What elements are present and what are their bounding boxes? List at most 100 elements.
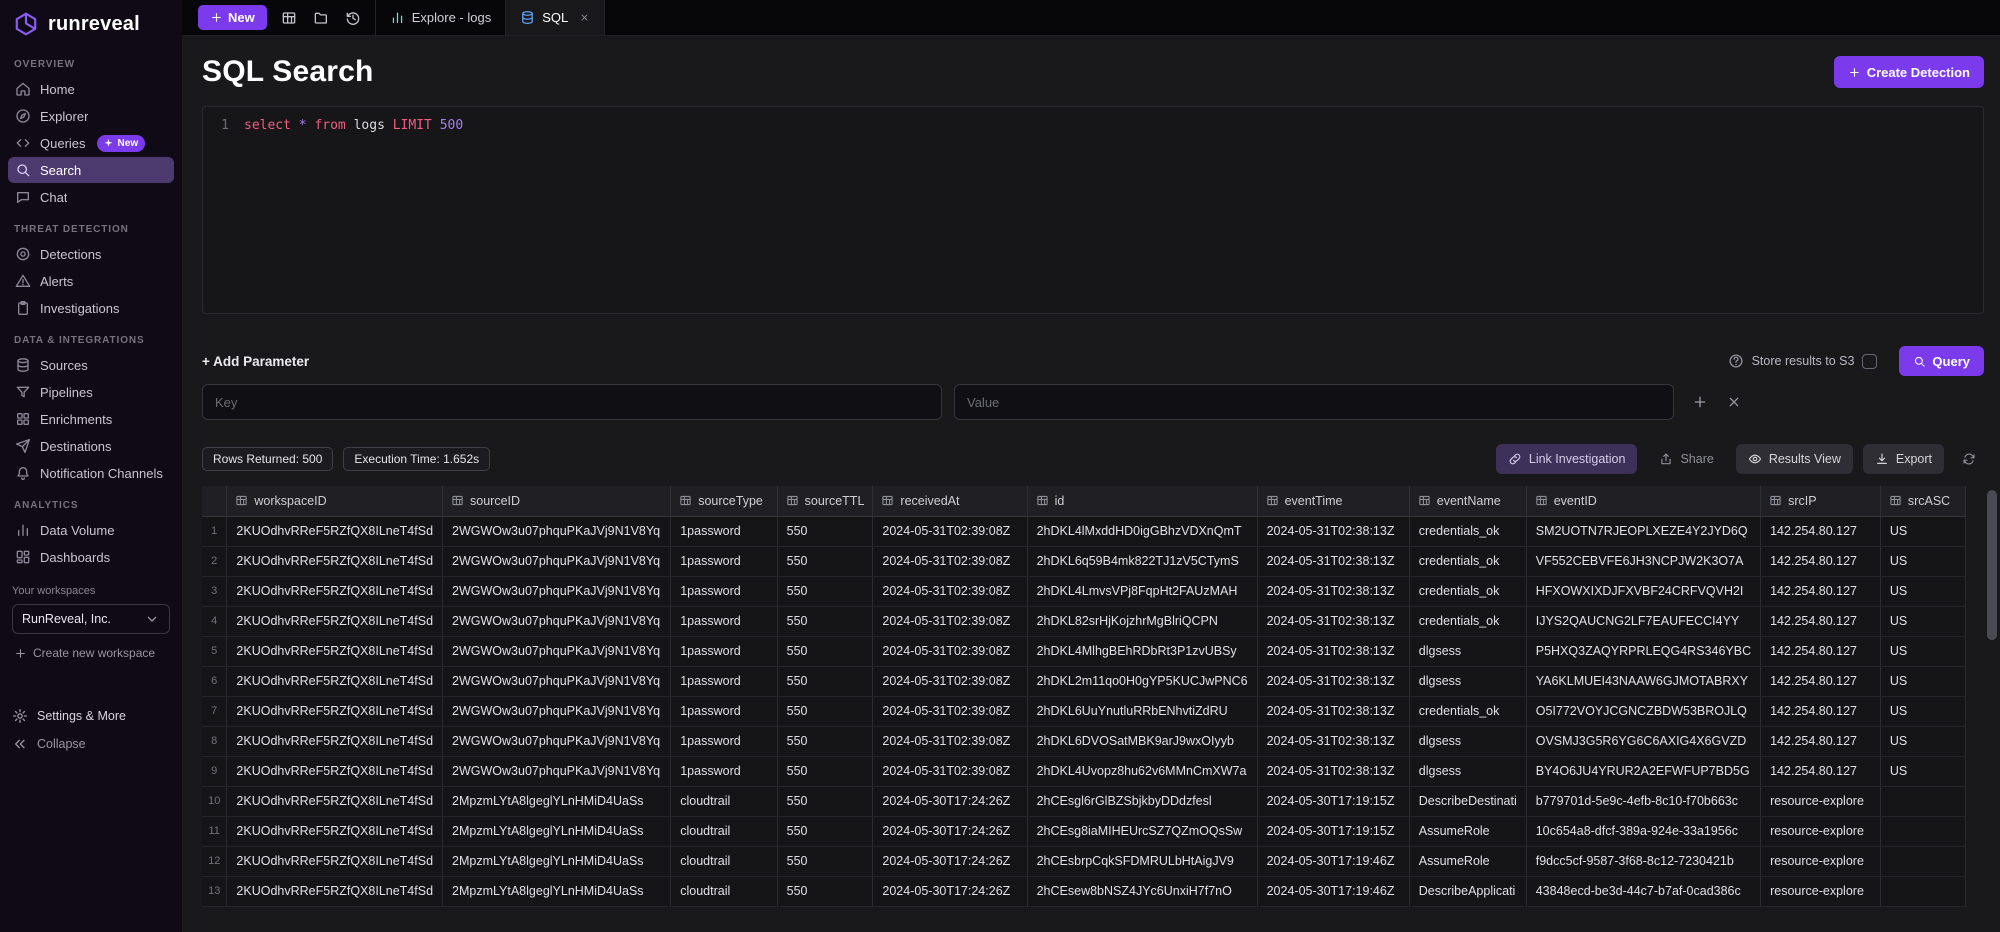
table-row[interactable]: 8 2KUOdhvRReF5RZfQX8ILneT4fSd 2WGWOw3u07ph… <box>202 726 1966 757</box>
create-detection-button[interactable]: Create Detection <box>1833 56 1984 88</box>
add-parameter-button[interactable]: + Add Parameter <box>202 354 309 369</box>
store-results-checkbox[interactable] <box>1862 353 1878 369</box>
create-workspace-button[interactable]: Create new workspace <box>12 646 170 660</box>
column-header-sourceid[interactable]: sourceID <box>442 486 672 517</box>
collapse-label: Collapse <box>37 737 86 751</box>
tablegrid-icon <box>1769 494 1782 507</box>
remove-param-row-icon[interactable] <box>1726 394 1742 410</box>
column-header-workspaceid[interactable]: workspaceID <box>226 486 444 517</box>
table-row[interactable]: 5 2KUOdhvRReF5RZfQX8ILneT4fSd 2WGWOw3u07ph… <box>202 636 1966 667</box>
sidebar-nav: OVERVIEW Home Explorer Queries New Search Chat… <box>0 46 182 571</box>
tablegrid-icon <box>881 494 894 507</box>
folder-icon[interactable] <box>307 5 335 31</box>
settings-button[interactable]: Settings & More <box>12 702 170 730</box>
sparkle-icon <box>102 137 115 150</box>
column-header-label: srcASC <box>1907 493 1951 508</box>
table-cell: 2024-05-31T02:39:08Z <box>872 576 1028 607</box>
sidebar-item-pipelines[interactable]: Pipelines <box>8 379 174 405</box>
table-cell: 2024-05-31T02:38:13Z <box>1257 756 1410 787</box>
sidebar-item-explorer[interactable]: Explorer <box>8 103 174 129</box>
sidebar-item-data-volume[interactable]: Data Volume <box>8 517 174 543</box>
share-button[interactable]: Share <box>1647 444 1725 474</box>
table-row[interactable]: 9 2KUOdhvRReF5RZfQX8ILneT4fSd 2WGWOw3u07ph… <box>202 756 1966 787</box>
history-icon[interactable] <box>339 5 367 31</box>
column-header-eventtime[interactable]: eventTime <box>1257 486 1410 517</box>
sql-token-keyword: select <box>244 118 291 133</box>
chevron-down-icon <box>144 611 160 627</box>
column-header-receivedat[interactable]: receivedAt <box>872 486 1028 517</box>
tablegrid-icon <box>451 494 464 507</box>
table-row[interactable]: 10 2KUOdhvRReF5RZfQX8ILneT4fSd 2MpzmLYtA8l… <box>202 786 1966 817</box>
table-row[interactable]: 6 2KUOdhvRReF5RZfQX8ILneT4fSd 2WGWOw3u07ph… <box>202 666 1966 697</box>
sidebar-item-queries[interactable]: Queries New <box>8 130 174 156</box>
sidebar-item-search[interactable]: Search <box>8 157 174 183</box>
table-row[interactable]: 1 2KUOdhvRReF5RZfQX8ILneT4fSd 2WGWOw3u07ph… <box>202 516 1966 547</box>
sidebar-item-chat[interactable]: Chat <box>8 184 174 210</box>
link-investigation-label: Link Investigation <box>1528 452 1626 466</box>
column-header-eventid[interactable]: eventID <box>1526 486 1762 517</box>
table-row[interactable]: 3 2KUOdhvRReF5RZfQX8ILneT4fSd 2WGWOw3u07ph… <box>202 576 1966 607</box>
table-cell: dlgsess <box>1409 756 1527 787</box>
sidebar-item-alerts[interactable]: Alerts <box>8 268 174 294</box>
results-view-button[interactable]: Results View <box>1735 444 1853 474</box>
table-cell: 2KUOdhvRReF5RZfQX8ILneT4fSd <box>226 726 444 757</box>
table-cell: 2024-05-31T02:38:13Z <box>1257 726 1410 757</box>
add-param-row-icon[interactable] <box>1692 394 1708 410</box>
column-header-id[interactable]: id <box>1027 486 1258 517</box>
table-cell: US <box>1880 696 1966 727</box>
collapse-button[interactable]: Collapse <box>12 730 170 758</box>
tab-sql[interactable]: SQL <box>505 0 606 35</box>
sidebar-item-home[interactable]: Home <box>8 76 174 102</box>
column-header-label: sourceID <box>470 493 521 508</box>
workspace-selector[interactable]: RunReveal, Inc. <box>12 604 170 634</box>
sidebar: runreveal OVERVIEW Home Explorer Queries New… <box>0 0 182 932</box>
new-button[interactable]: New <box>198 5 267 30</box>
sql-editor[interactable]: 1 select * from logs LIMIT 500 <box>202 106 1984 314</box>
column-header-sourcettl[interactable]: sourceTTL <box>777 486 874 517</box>
table-row[interactable]: 2 2KUOdhvRReF5RZfQX8ILneT4fSd 2WGWOw3u07ph… <box>202 546 1966 577</box>
sidebar-item-sources[interactable]: Sources <box>8 352 174 378</box>
table-cell: 142.254.80.127 <box>1760 726 1881 757</box>
table-cell: 2hDKL2m11qo0H0gYP5KUCJwPNC6 <box>1027 666 1258 697</box>
refresh-button[interactable] <box>1954 444 1984 474</box>
sidebar-item-destinations[interactable]: Destinations <box>8 433 174 459</box>
table-row[interactable]: 12 2KUOdhvRReF5RZfQX8ILneT4fSd 2MpzmLYtA8l… <box>202 846 1966 877</box>
query-button[interactable]: Query <box>1899 346 1984 376</box>
table-cell: 550 <box>777 846 874 877</box>
column-header-srcip[interactable]: srcIP <box>1760 486 1881 517</box>
column-header-srcasc[interactable]: srcASC <box>1880 486 1966 517</box>
sidebar-item-label: Data Volume <box>40 522 115 538</box>
table-cell: 2KUOdhvRReF5RZfQX8ILneT4fSd <box>226 516 444 547</box>
table-cell: DescribeDestinati <box>1409 786 1527 817</box>
column-header-sourcetype[interactable]: sourceType <box>670 486 778 517</box>
close-tab-icon[interactable] <box>579 12 590 23</box>
table-cell: 2hDKL6DVOSatMBK9arJ9wxOIyyb <box>1027 726 1258 757</box>
table-row[interactable]: 11 2KUOdhvRReF5RZfQX8ILneT4fSd 2MpzmLYtA8l… <box>202 816 1966 847</box>
table-cell: 2MpzmLYtA8lgeglYLnHMiD4UaSs <box>442 876 672 907</box>
store-results-label: Store results to S3 <box>1751 354 1855 368</box>
table-row[interactable]: 13 2KUOdhvRReF5RZfQX8ILneT4fSd 2MpzmLYtA8l… <box>202 876 1966 907</box>
sidebar-item-detections[interactable]: Detections <box>8 241 174 267</box>
help-icon[interactable] <box>1728 353 1744 369</box>
table-row[interactable]: 4 2KUOdhvRReF5RZfQX8ILneT4fSd 2WGWOw3u07ph… <box>202 606 1966 637</box>
code-icon <box>15 135 31 151</box>
param-key-input[interactable] <box>202 384 942 420</box>
sidebar-item-label: Queries <box>40 135 86 151</box>
export-button[interactable]: Export <box>1862 444 1944 474</box>
brand-logo[interactable]: runreveal <box>0 0 182 46</box>
sidebar-item-notification-channels[interactable]: Notification Channels <box>8 460 174 486</box>
table-cell: 2hDKL4MlhgBEhRDbRt3P1zvUBSy <box>1027 636 1258 667</box>
sidebar-item-dashboards[interactable]: Dashboards <box>8 544 174 570</box>
sidebar-item-enrichments[interactable]: Enrichments <box>8 406 174 432</box>
table-row[interactable]: 7 2KUOdhvRReF5RZfQX8ILneT4fSd 2WGWOw3u07ph… <box>202 696 1966 727</box>
tab-explore-logs[interactable]: Explore - logs <box>374 0 505 35</box>
table-cell: 2024-05-31T02:38:13Z <box>1257 636 1410 667</box>
tablegrid-icon <box>1266 494 1279 507</box>
scrollbar-thumb[interactable] <box>1987 490 1997 640</box>
row-number: 13 <box>202 876 228 907</box>
sidebar-item-investigations[interactable]: Investigations <box>8 295 174 321</box>
column-header-eventname[interactable]: eventName <box>1409 486 1527 517</box>
param-value-input[interactable] <box>954 384 1674 420</box>
link-investigation-button[interactable]: Link Investigation <box>1495 444 1638 474</box>
table-view-icon[interactable] <box>275 5 303 31</box>
